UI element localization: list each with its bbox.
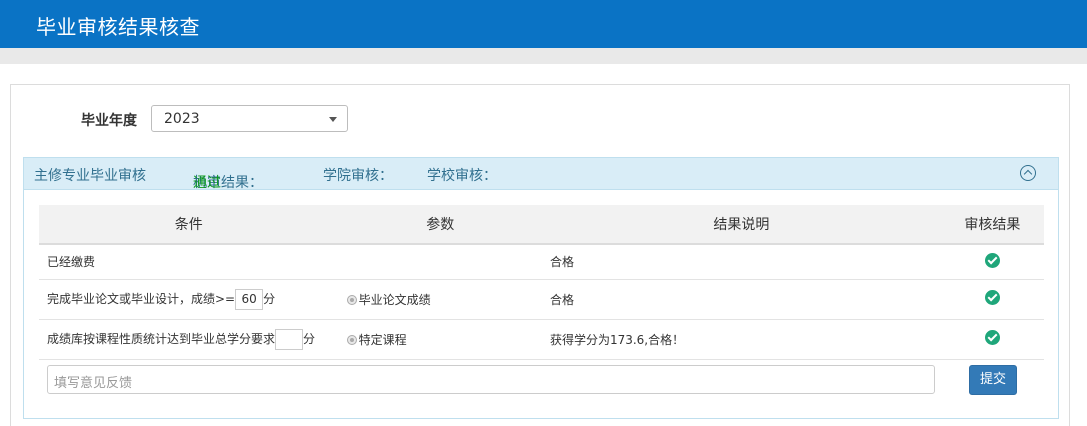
condition-text: 已经缴费 <box>47 255 96 270</box>
param-label: 特定课程 <box>358 332 407 347</box>
score-threshold-input[interactable]: 60 <box>235 288 264 310</box>
check-icon <box>984 330 1000 345</box>
school-review-label: 学校审核： <box>427 168 497 184</box>
condition-text: 完成毕业论文或毕业设计，成绩>= <box>47 291 236 306</box>
column-header: 条件 <box>39 205 339 245</box>
condition-unit: 分 <box>263 291 276 306</box>
param-label: 毕业论文成绩 <box>358 292 431 307</box>
radio-button[interactable] <box>346 334 357 345</box>
collapse-chevron-up-icon[interactable] <box>1020 165 1036 181</box>
chevron-down-icon <box>329 117 337 122</box>
column-header: 审核结果 <box>940 205 1044 245</box>
top-header: 毕业审核结果核查 <box>0 0 1087 48</box>
param-cell <box>338 244 542 280</box>
table-row: 已经缴费 合格 <box>39 244 1044 280</box>
year-label: 毕业年度 <box>81 113 137 129</box>
conditions-table: 条件 参数 结果说明 审核结果 已经缴费 合格 完成毕业论文或毕业设计，成绩>=… <box>39 205 1044 360</box>
page-title: 毕业审核结果核查 <box>36 15 200 39</box>
condition-cell: 成绩库按课程性质统计达到毕业总学分要求 分 <box>39 319 339 360</box>
table-row: 完成毕业论文或毕业设计，成绩>= 60 分 毕业论文成绩 合格 <box>39 279 1044 320</box>
submit-button[interactable]: 提交 <box>969 365 1017 395</box>
column-header: 参数 <box>338 205 542 245</box>
check-icon <box>984 252 1000 268</box>
param-cell: 毕业论文成绩 <box>338 279 542 320</box>
result-cell: 获得学分为173.6,合格！ <box>541 319 941 360</box>
condition-text: 成绩库按课程性质统计达到毕业总学分要求 <box>47 331 276 346</box>
table-header-row: 条件 参数 结果说明 审核结果 <box>39 205 1044 245</box>
condition-cell: 已经缴费 <box>39 244 339 280</box>
status-cell <box>940 244 1044 280</box>
header-divider <box>0 48 1087 64</box>
year-select-value: 2023 <box>164 111 200 127</box>
status-cell <box>940 319 1044 360</box>
result-cell: 合格 <box>541 279 941 320</box>
year-select[interactable]: 2023 <box>151 105 348 132</box>
result-cell: 合格 <box>541 244 941 280</box>
table-row: 成绩库按课程性质统计达到毕业总学分要求 分 特定课程 获得学分为173.6,合格！ <box>39 319 1044 360</box>
condition-cell: 完成毕业论文或毕业设计，成绩>= 60 分 <box>39 279 339 320</box>
column-header: 结果说明 <box>541 205 941 245</box>
check-icon <box>984 290 1000 305</box>
machine-result-value: 通过 <box>193 175 221 191</box>
status-cell <box>940 279 1044 320</box>
condition-unit: 分 <box>303 331 316 346</box>
credit-requirement-input[interactable] <box>275 328 304 350</box>
param-cell: 特定课程 <box>338 319 542 360</box>
panel-header[interactable]: 主修专业毕业审核 机审结果： 通过 学院审核： 学校审核： <box>24 158 1058 191</box>
major-audit-panel: 主修专业毕业审核 机审结果： 通过 学院审核： 学校审核： 条件 参数 结果说明 … <box>23 157 1059 419</box>
panel-title: 主修专业毕业审核 <box>34 168 146 184</box>
radio-button[interactable] <box>346 294 357 305</box>
college-review-label: 学院审核： <box>323 168 393 184</box>
feedback-input[interactable]: 填写意见反馈 <box>47 365 935 394</box>
